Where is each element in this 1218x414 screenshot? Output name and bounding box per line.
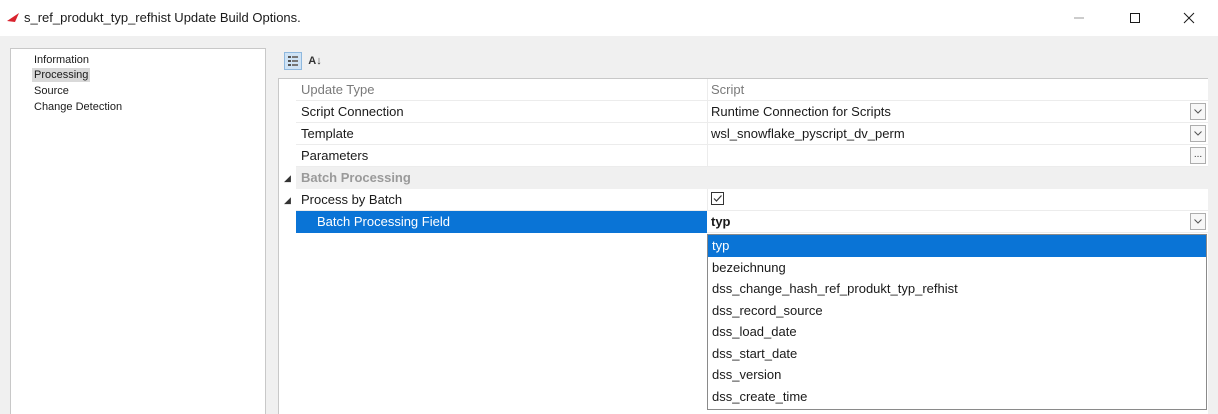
category-batch-processing[interactable]: ◢ Batch Processing <box>284 167 1208 189</box>
template-label: Template <box>301 126 354 141</box>
batch-processing-category-label: Batch Processing <box>301 170 411 185</box>
minimize-icon <box>1074 17 1084 19</box>
minimize-button[interactable] <box>1056 0 1102 36</box>
chevron-down-icon <box>1194 131 1202 136</box>
row-script-connection[interactable]: Script Connection Runtime Connection for… <box>296 101 1208 123</box>
row-template[interactable]: Template wsl_snowflake_pyscript_dv_perm <box>296 123 1208 145</box>
option-dss-record-source[interactable]: dss_record_source <box>708 300 1206 322</box>
option-typ[interactable]: typ <box>708 235 1206 257</box>
parameters-label: Parameters <box>301 148 369 163</box>
alphabetical-sort-button[interactable]: A↓ <box>306 52 324 70</box>
row-update-type[interactable]: Update Type Script <box>296 79 1208 101</box>
nav-item-processing[interactable]: Processing <box>32 68 91 82</box>
row-process-by-batch[interactable]: ◢ Process by Batch <box>284 189 1208 211</box>
nav-item-change-detection[interactable]: Change Detection <box>32 100 124 114</box>
nav-item-information[interactable]: Information <box>32 53 91 67</box>
categorized-view-icon <box>288 56 298 66</box>
categorized-view-button[interactable] <box>284 52 302 70</box>
update-type-value: Script <box>711 82 745 97</box>
collapse-triangle-icon[interactable]: ◢ <box>284 195 291 206</box>
option-dss-version[interactable]: dss_version <box>708 364 1206 386</box>
close-icon <box>1183 12 1195 24</box>
process-by-batch-checkbox[interactable] <box>711 192 724 205</box>
option-dss-start-date[interactable]: dss_start_date <box>708 343 1206 365</box>
script-connection-label: Script Connection <box>301 104 404 119</box>
window-title: s_ref_produkt_typ_refhist Update Build O… <box>24 10 301 25</box>
option-bezeichnung[interactable]: bezeichnung <box>708 257 1206 279</box>
batch-field-dropdown-button[interactable] <box>1190 213 1206 230</box>
parameters-ellipsis-button[interactable]: ... <box>1190 147 1206 164</box>
collapse-triangle-icon[interactable]: ◢ <box>284 173 291 184</box>
sort-alphabetical-icon: A↓ <box>308 55 322 67</box>
process-by-batch-label: Process by Batch <box>301 192 403 207</box>
chevron-down-icon <box>1194 219 1202 224</box>
checkmark-icon <box>713 195 722 202</box>
template-value[interactable]: wsl_snowflake_pyscript_dv_perm <box>711 126 905 141</box>
title-bar: s_ref_produkt_typ_refhist Update Build O… <box>0 0 1218 36</box>
update-type-label: Update Type <box>301 82 375 97</box>
row-parameters[interactable]: Parameters ... <box>296 145 1208 167</box>
maximize-button[interactable] <box>1112 0 1158 36</box>
batch-field-options-list[interactable]: typ bezeichnung dss_change_hash_ref_prod… <box>707 234 1207 410</box>
close-button[interactable] <box>1166 0 1212 36</box>
option-dss-load-date[interactable]: dss_load_date <box>708 321 1206 343</box>
maximize-icon <box>1130 13 1140 23</box>
batch-processing-field-label: Batch Processing Field <box>317 214 450 229</box>
chevron-down-icon <box>1194 109 1202 114</box>
option-dss-create-time[interactable]: dss_create_time <box>708 386 1206 408</box>
section-nav: Information Processing Source Change Det… <box>10 48 266 414</box>
template-dropdown-button[interactable] <box>1190 125 1206 142</box>
script-connection-value[interactable]: Runtime Connection for Scripts <box>711 104 891 119</box>
option-dss-change-hash[interactable]: dss_change_hash_ref_produkt_typ_refhist <box>708 278 1206 300</box>
row-batch-processing-field[interactable]: Batch Processing Field typ <box>296 211 1208 233</box>
nav-item-source[interactable]: Source <box>32 84 71 98</box>
batch-processing-field-value[interactable]: typ <box>711 214 731 229</box>
script-connection-dropdown-button[interactable] <box>1190 103 1206 120</box>
app-logo-icon <box>7 13 19 22</box>
